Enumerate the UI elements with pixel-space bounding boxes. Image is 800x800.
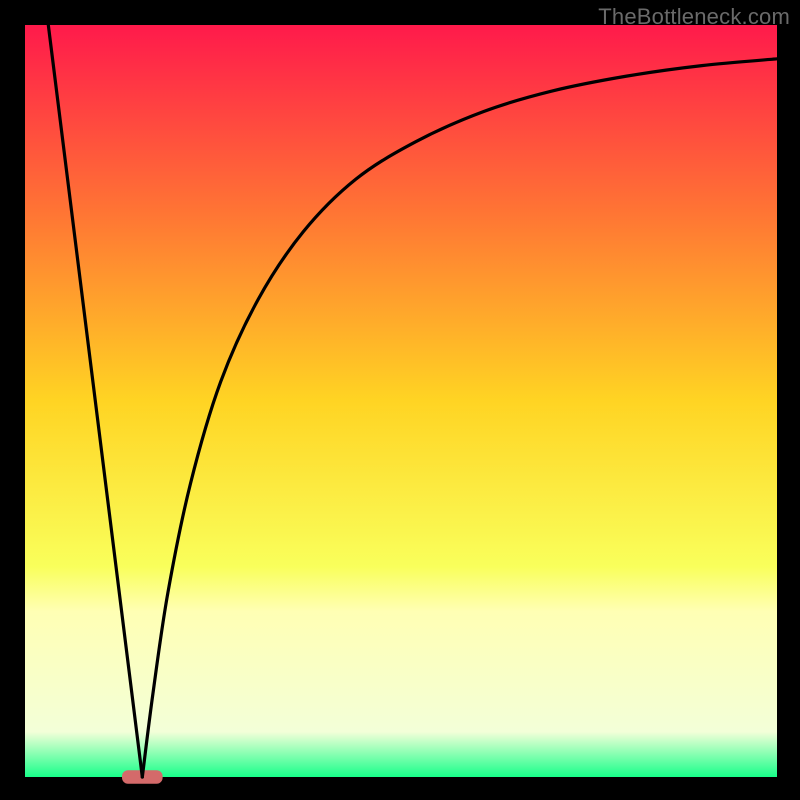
chart-svg xyxy=(0,0,800,800)
chart-container: TheBottleneck.com xyxy=(0,0,800,800)
plot-background xyxy=(25,25,777,777)
watermark-text: TheBottleneck.com xyxy=(598,4,790,30)
